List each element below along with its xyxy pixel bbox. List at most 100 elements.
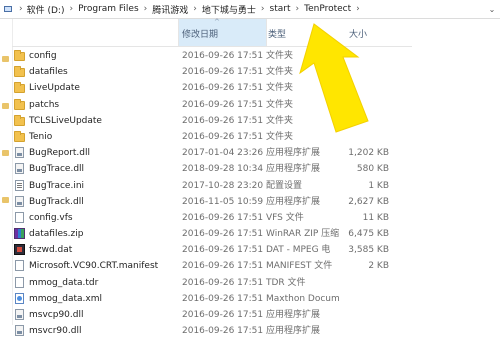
folder-icon bbox=[14, 50, 25, 61]
file-date: 2016-09-26 17:51 bbox=[182, 277, 264, 288]
file-type: Maxthon Docum bbox=[266, 293, 340, 304]
file-row[interactable]: mmog_data.xml 2016-09-26 17:51 Maxthon Doc… bbox=[12, 291, 500, 307]
file-date: 2016-09-26 17:51 bbox=[182, 83, 264, 94]
file-row[interactable]: msvcr90.dll 2016-09-26 17:51 应用程序扩展 bbox=[12, 323, 500, 339]
folder-icon[interactable] bbox=[2, 56, 9, 62]
file-type: 文件夹 bbox=[266, 131, 294, 142]
file-size: 1,202 KB bbox=[348, 148, 389, 159]
file-date: 2016-09-26 17:51 bbox=[182, 99, 264, 110]
dll-icon bbox=[15, 195, 24, 207]
file-icon bbox=[15, 260, 24, 272]
file-name: msvcp90.dll bbox=[29, 310, 84, 320]
file-list: config 2016-09-26 17:51 文件夹 datafiles 2016-0… bbox=[12, 48, 500, 339]
file-name: LiveUpdate bbox=[29, 83, 80, 94]
file-date: 2016-09-26 17:51 bbox=[182, 245, 264, 256]
folder-icon bbox=[14, 82, 25, 94]
file-date: 2016-09-26 17:51 bbox=[182, 115, 264, 126]
file-icon bbox=[15, 211, 24, 223]
file-row[interactable]: msvcp90.dll 2016-09-26 17:51 应用程序扩展 bbox=[12, 307, 500, 323]
file-row[interactable]: Tenio 2016-09-26 17:51 文件夹 bbox=[12, 129, 500, 145]
zip-icon bbox=[14, 228, 25, 240]
chevron-down-icon[interactable]: ⌄ bbox=[484, 0, 500, 19]
file-date: 2016-09-26 17:51 bbox=[182, 51, 264, 61]
breadcrumb-start[interactable]: start bbox=[269, 4, 292, 14]
chevron-right-icon[interactable]: › bbox=[189, 4, 201, 14]
file-name: datafiles bbox=[29, 67, 68, 78]
address-bar[interactable]: › 软件 (D:) › Program Files › 腾讯游戏 › 地下城与勇… bbox=[0, 0, 500, 19]
dll-icon bbox=[15, 147, 24, 159]
this-pc-icon bbox=[0, 0, 16, 19]
chevron-right-icon[interactable]: › bbox=[65, 4, 77, 14]
column-header-type[interactable]: 类型 bbox=[268, 27, 286, 40]
file-date: 2016-09-26 17:51 bbox=[182, 293, 264, 304]
file-row[interactable]: BugTrace.dll 2018-09-28 10:34 应用程序扩展 580 KB bbox=[12, 161, 500, 177]
file-name: TCLSLiveUpdate bbox=[29, 115, 102, 126]
file-name: config.vfs bbox=[29, 212, 73, 223]
file-date: 2016-09-26 17:51 bbox=[182, 212, 264, 223]
sort-chevron-icon: ^ bbox=[214, 18, 220, 26]
folder-icon[interactable] bbox=[2, 150, 9, 156]
file-size: 1 KB bbox=[368, 180, 389, 191]
ini-icon bbox=[15, 179, 24, 191]
file-row[interactable]: fszwd.dat 2016-09-26 17:51 DAT - MPEG 电 3,5… bbox=[12, 242, 500, 258]
file-name: BugTrace.dll bbox=[29, 164, 85, 175]
file-name: mmog_data.tdr bbox=[29, 277, 99, 288]
chevron-right-icon[interactable]: › bbox=[352, 4, 364, 14]
chevron-right-icon[interactable]: › bbox=[140, 4, 152, 14]
file-type: 文件夹 bbox=[266, 115, 294, 126]
file-name: BugReport.dll bbox=[29, 148, 91, 159]
dll-icon bbox=[15, 163, 24, 175]
file-size: 2 KB bbox=[368, 261, 389, 272]
file-row[interactable]: config.vfs 2016-09-26 17:51 VFS 文件 11 KB bbox=[12, 210, 500, 226]
breadcrumb-tencent-games[interactable]: 腾讯游戏 bbox=[151, 3, 189, 16]
file-row[interactable]: BugReport.dll 2017-01-04 23:26 应用程序扩展 1,202… bbox=[12, 145, 500, 161]
file-date: 2016-09-26 17:51 bbox=[182, 131, 264, 142]
file-date: 2017-10-28 23:20 bbox=[182, 180, 264, 191]
chevron-right-icon[interactable]: › bbox=[16, 4, 26, 14]
file-row[interactable]: patchs 2016-09-26 17:51 文件夹 bbox=[12, 97, 500, 113]
file-row[interactable]: BugTrace.ini 2017-10-28 23:20 配置设置 1 KB bbox=[12, 178, 500, 194]
column-header-size[interactable]: 大小 bbox=[349, 27, 367, 40]
file-type: 文件夹 bbox=[266, 83, 294, 94]
file-name: mmog_data.xml bbox=[29, 293, 102, 304]
file-name: Tenio bbox=[29, 131, 53, 142]
file-size: 6,475 KB bbox=[348, 229, 389, 240]
breadcrumb-program-files[interactable]: Program Files bbox=[77, 4, 140, 14]
file-type: 文件夹 bbox=[266, 51, 294, 61]
file-type: 应用程序扩展 bbox=[266, 326, 321, 337]
file-size: 3,585 KB bbox=[348, 245, 389, 256]
column-header-row: ^ 修改日期 类型 大小 bbox=[12, 18, 412, 47]
folder-icon[interactable] bbox=[2, 103, 9, 109]
file-date: 2016-09-26 17:51 bbox=[182, 229, 264, 240]
file-row[interactable]: Microsoft.VC90.CRT.manifest 2016-09-26 17… bbox=[12, 258, 500, 274]
file-row[interactable]: LiveUpdate 2016-09-26 17:51 文件夹 bbox=[12, 80, 500, 96]
file-row[interactable]: config 2016-09-26 17:51 文件夹 bbox=[12, 48, 500, 64]
file-row[interactable]: TCLSLiveUpdate 2016-09-26 17:51 文件夹 bbox=[12, 113, 500, 129]
folder-icon bbox=[14, 130, 25, 142]
file-name: patchs bbox=[29, 99, 60, 110]
breadcrumb-drive[interactable]: 软件 (D:) bbox=[26, 3, 66, 16]
folder-icon[interactable] bbox=[2, 197, 9, 203]
file-type: VFS 文件 bbox=[266, 212, 304, 223]
file-row[interactable]: mmog_data.tdr 2016-09-26 17:51 TDR 文件 bbox=[12, 275, 500, 291]
file-name: msvcr90.dll bbox=[29, 326, 82, 337]
breadcrumb-dnf[interactable]: 地下城与勇士 bbox=[201, 3, 257, 16]
chevron-right-icon[interactable]: › bbox=[292, 4, 304, 14]
chevron-right-icon[interactable]: › bbox=[257, 4, 269, 14]
file-row[interactable]: BugTrack.dll 2016-11-05 10:59 应用程序扩展 2,627 … bbox=[12, 194, 500, 210]
file-type: TDR 文件 bbox=[266, 277, 306, 288]
dll-icon bbox=[15, 325, 24, 337]
file-date: 2016-09-26 17:51 bbox=[182, 261, 264, 272]
file-row[interactable]: datafiles 2016-09-26 17:51 文件夹 bbox=[12, 64, 500, 80]
file-name: config bbox=[29, 51, 57, 61]
file-type: 应用程序扩展 bbox=[266, 310, 321, 320]
dat-icon bbox=[14, 244, 25, 256]
breadcrumb-tenprotect[interactable]: TenProtect bbox=[303, 4, 352, 14]
file-type: 文件夹 bbox=[266, 99, 294, 110]
breadcrumb: 软件 (D:) › Program Files › 腾讯游戏 › 地下城与勇士 … bbox=[26, 0, 364, 19]
file-row[interactable]: datafiles.zip 2016-09-26 17:51 WinRAR ZIP … bbox=[12, 226, 500, 242]
file-date: 2016-11-05 10:59 bbox=[182, 196, 264, 207]
file-size: 580 KB bbox=[356, 164, 389, 175]
web-icon bbox=[15, 292, 24, 304]
dll-icon bbox=[15, 309, 24, 320]
